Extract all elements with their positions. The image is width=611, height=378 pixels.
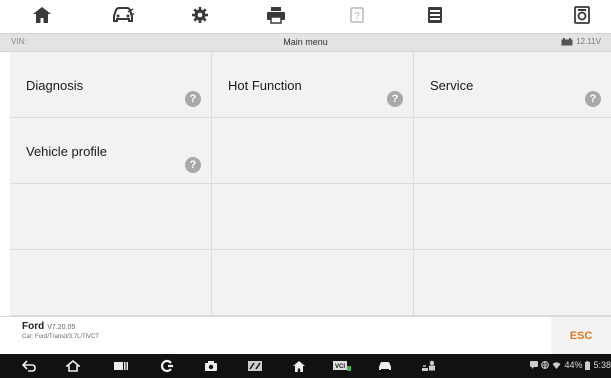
menu-item-empty [212,184,414,250]
back-icon[interactable] [14,354,44,378]
car-icon[interactable] [370,354,400,378]
battery-icon [585,360,591,370]
wifi-icon [552,362,561,369]
menu-item-label: Diagnosis [26,78,84,93]
vehicle-icon[interactable] [103,0,143,30]
camera-icon[interactable] [196,354,226,378]
clock: 5:38 [593,360,611,370]
app-window: ? VIN: Main menu 12.11V Diagnosis ? Hot … [0,0,611,378]
menu-item-diagnosis[interactable]: Diagnosis ? [10,52,212,118]
vehicle-info: Car: Ford/Transit/3.7L/TiVCT [22,334,99,340]
menu-item-hot-function[interactable]: Hot Function ? [212,52,414,118]
globe-icon [541,361,550,369]
help-icon[interactable]: ? [185,157,201,173]
data-logging-icon[interactable] [562,0,602,30]
home-icon[interactable] [284,354,314,378]
esc-button[interactable]: ESC [551,317,611,355]
title-bar: VIN: Main menu 12.11V [0,33,611,52]
menu-item-empty [414,118,611,184]
service-icon[interactable] [414,354,444,378]
menu-item-vehicle-profile[interactable]: Vehicle profile ? [10,118,212,184]
menu-item-empty [10,184,212,250]
save-icon[interactable] [415,0,455,30]
vehicle-brand: Ford V7.20.05 [22,321,75,332]
message-icon [530,361,539,369]
page-title: Main menu [283,37,328,47]
menu-item-empty [212,118,414,184]
recent-apps-icon[interactable] [106,354,136,378]
menu-item-label: Hot Function [228,78,302,93]
vci-icon[interactable] [240,354,270,378]
status-area: 44% 5:38 [530,360,611,370]
battery-voltage: 12.11V [576,37,601,46]
settings-icon[interactable] [180,0,220,30]
menu-item-empty [212,250,414,316]
help-icon[interactable]: ? [387,91,403,107]
svg-text:VCI: VCI [335,364,345,370]
svg-text:?: ? [354,11,360,22]
battery-status: 12.11V [561,37,601,46]
menu-item-label: Vehicle profile [26,144,107,159]
menu-item-label: Service [430,78,474,93]
launcher-icon[interactable] [58,354,88,378]
battery-icon [561,37,573,45]
main-menu-grid: Diagnosis ? Hot Function ? Service ? Veh… [10,52,611,316]
menu-item-empty [10,250,212,316]
menu-item-empty [414,184,611,250]
menu-item-empty [414,250,611,316]
print-icon[interactable] [256,0,296,30]
software-version: V7.20.05 [47,324,76,331]
battery-percent: 44% [564,360,583,370]
home-icon[interactable] [22,0,62,30]
brand-name: Ford [22,321,45,332]
help-icon[interactable]: ? [185,91,201,107]
top-toolbar: ? [0,0,611,30]
menu-item-service[interactable]: Service ? [414,52,611,118]
browser-icon[interactable] [152,354,182,378]
vci-status-icon[interactable]: VCI [327,354,357,378]
android-nav-bar: VCI 44% 5:38 [0,354,611,378]
footer-bar: Ford V7.20.05 Car: Ford/Transit/3.7L/TiVC… [0,316,611,355]
help-icon[interactable]: ? [337,0,377,30]
help-icon[interactable]: ? [585,91,601,107]
